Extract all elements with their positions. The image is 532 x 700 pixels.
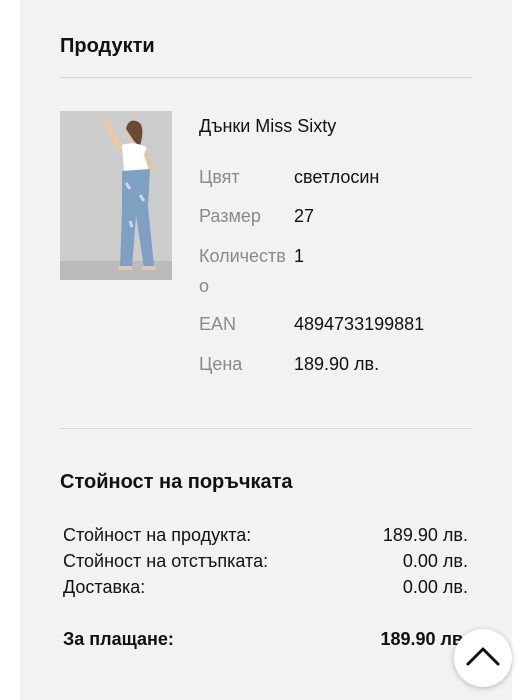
order-value-heading: Стойност на поръчката [60,471,293,493]
ean-label: EAN [199,314,237,334]
size-value: 27 [294,206,315,226]
scroll-to-top-button[interactable] [454,629,512,687]
shipping-label: Доставка: [63,577,146,597]
price-label: Цена [199,354,243,374]
product-image[interactable] [60,111,172,280]
price-value: 189.90 лв. [294,354,380,374]
divider [60,428,472,429]
ean-value: 4894733199881 [294,314,425,334]
shipping-value: 0.00 лв. [402,577,468,597]
quantity-label-line1: Количеств [199,246,286,266]
subtotal-value: 189.90 лв. [382,525,468,545]
divider [60,77,472,78]
quantity-label-line2: о [199,276,210,296]
order-summary-panel: Продукти Дънки Miss Sixty Цвят светлосин… [20,0,512,700]
discount-value: 0.00 лв. [402,551,468,571]
size-label: Размер [199,206,261,226]
products-heading: Продукти [60,35,155,57]
subtotal-label: Стойност на продукта: [63,525,252,545]
product-photo-illustration [60,111,172,280]
color-label: Цвят [199,167,240,187]
quantity-label: Количеств о [199,241,291,301]
chevron-up-icon [466,647,500,666]
color-value: светлосин [294,167,380,187]
discount-label: Стойност на отстъпката: [63,551,269,571]
total-label: За плащане: [63,629,174,649]
quantity-value: 1 [294,246,305,266]
product-name[interactable]: Дънки Miss Sixty [199,116,336,137]
